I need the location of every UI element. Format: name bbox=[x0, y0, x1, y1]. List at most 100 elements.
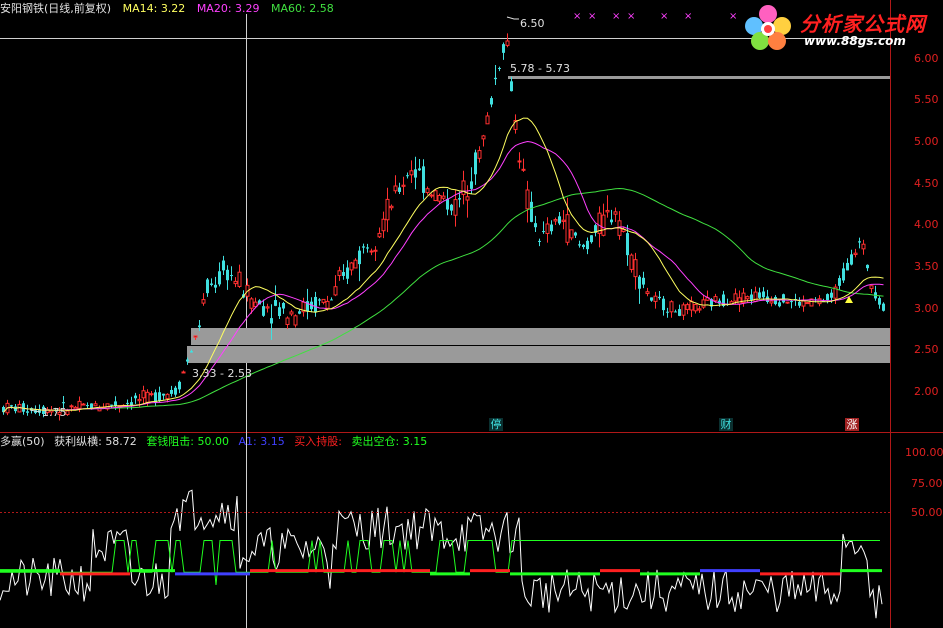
candle-body bbox=[222, 260, 225, 271]
candle-body bbox=[330, 299, 333, 301]
candle-body bbox=[377, 232, 382, 238]
indicator-name: 多赢(50) bbox=[0, 435, 45, 448]
svg-text:×: × bbox=[573, 11, 581, 22]
chart-stage[interactable]: × × × × × × × 安阳钢铁(日线,前复权) MA14: 3.22 MA20:… bbox=[0, 0, 943, 628]
candle-body bbox=[145, 391, 150, 403]
candle-body bbox=[369, 250, 374, 253]
candle-body bbox=[278, 307, 281, 317]
candle-body bbox=[525, 189, 530, 210]
candle-body bbox=[878, 298, 881, 305]
a1-label: A1: bbox=[238, 435, 257, 448]
candle-body bbox=[450, 204, 453, 211]
candle-body bbox=[429, 194, 434, 197]
candle-body bbox=[285, 317, 290, 326]
candle-body bbox=[866, 264, 869, 269]
ma60-label: MA60: bbox=[271, 2, 306, 15]
candle-body bbox=[869, 285, 874, 290]
candle-body bbox=[398, 187, 401, 192]
candle-body bbox=[134, 395, 137, 399]
candle-body bbox=[165, 393, 170, 400]
candle-body bbox=[178, 381, 181, 390]
candle-body bbox=[333, 286, 338, 296]
candle-body bbox=[534, 223, 537, 228]
candle-body bbox=[658, 296, 661, 299]
candle-body bbox=[465, 196, 470, 201]
candle-body bbox=[613, 211, 618, 215]
ma60-value: 2.58 bbox=[309, 2, 334, 15]
candle-body bbox=[817, 298, 822, 305]
candle-body bbox=[481, 135, 486, 140]
limit-stop-marker[interactable]: 停 bbox=[489, 418, 503, 431]
candle-body bbox=[22, 403, 25, 412]
candle-body bbox=[233, 280, 238, 285]
candle-body bbox=[282, 303, 285, 309]
kline-chart[interactable]: × × × × × × × bbox=[0, 0, 943, 628]
candle-body bbox=[10, 405, 13, 407]
candle-body bbox=[262, 306, 265, 316]
candle-body bbox=[517, 160, 522, 163]
rise-marker[interactable]: 涨 bbox=[845, 418, 859, 431]
candle-body bbox=[769, 300, 774, 304]
candle-body bbox=[249, 298, 254, 309]
lower-band-top bbox=[191, 328, 890, 345]
candle-body bbox=[346, 267, 349, 279]
candle-body bbox=[406, 175, 409, 177]
candle-body bbox=[853, 252, 858, 256]
candle-body bbox=[642, 277, 645, 285]
buy-label: 买入持股: bbox=[294, 435, 342, 448]
candle-body bbox=[645, 291, 650, 295]
candle-body bbox=[385, 198, 390, 221]
candle-body bbox=[470, 181, 473, 189]
candle-body bbox=[321, 298, 326, 303]
candle-body bbox=[389, 205, 394, 209]
candle-body bbox=[190, 351, 193, 353]
candle-body bbox=[510, 81, 513, 92]
price-tick: 5.50 bbox=[914, 93, 939, 106]
candle-body bbox=[181, 371, 186, 374]
sell-label: 卖出空仓: bbox=[351, 435, 400, 448]
candle-body bbox=[693, 303, 698, 312]
candle-body bbox=[342, 272, 345, 276]
candle-body bbox=[846, 262, 849, 271]
candle-body bbox=[737, 297, 742, 305]
candle-body bbox=[206, 279, 209, 294]
profit-value: 58.72 bbox=[105, 435, 137, 448]
candle-body bbox=[629, 254, 634, 270]
svg-text:×: × bbox=[612, 11, 620, 22]
candle-body bbox=[561, 219, 566, 222]
candle-body bbox=[461, 180, 466, 195]
candle-body bbox=[778, 302, 781, 307]
candle-body bbox=[86, 405, 89, 407]
stock-title: 安阳钢铁(日线,前复权) bbox=[0, 2, 112, 15]
finance-marker[interactable]: 财 bbox=[719, 418, 733, 431]
candle-body bbox=[198, 325, 201, 328]
candle-body bbox=[349, 262, 354, 271]
candle-body bbox=[762, 291, 765, 298]
candle-body bbox=[758, 292, 761, 298]
candle-body bbox=[530, 201, 533, 222]
candle-body bbox=[494, 77, 497, 80]
candle-body bbox=[550, 224, 553, 232]
candle-body bbox=[149, 393, 154, 396]
candle-body bbox=[650, 297, 653, 301]
candle-body bbox=[298, 311, 301, 314]
svg-text:×: × bbox=[627, 11, 635, 22]
candle-body bbox=[81, 403, 86, 406]
price-tick: 2.50 bbox=[914, 343, 939, 356]
candle-body bbox=[293, 315, 298, 326]
candle-body bbox=[882, 303, 885, 311]
candle-body bbox=[474, 152, 477, 175]
candle-body bbox=[137, 398, 142, 402]
candle-body bbox=[713, 296, 718, 302]
candle-body bbox=[418, 168, 421, 171]
candle-body bbox=[314, 296, 317, 313]
site-logo[interactable]: 分析家公式网 www.88gs.com bbox=[742, 2, 940, 52]
svg-text:×: × bbox=[588, 11, 596, 22]
indicator-tick: 100.00 bbox=[905, 446, 943, 459]
candle-body bbox=[210, 283, 213, 285]
profit-label: 获利纵横: bbox=[54, 435, 102, 448]
candle-body bbox=[502, 44, 505, 53]
chart-header: 安阳钢铁(日线,前复权) MA14: 3.22 MA20: 3.29 MA60:… bbox=[0, 0, 334, 16]
price-tick: 4.00 bbox=[914, 218, 939, 231]
candle-body bbox=[93, 403, 98, 407]
